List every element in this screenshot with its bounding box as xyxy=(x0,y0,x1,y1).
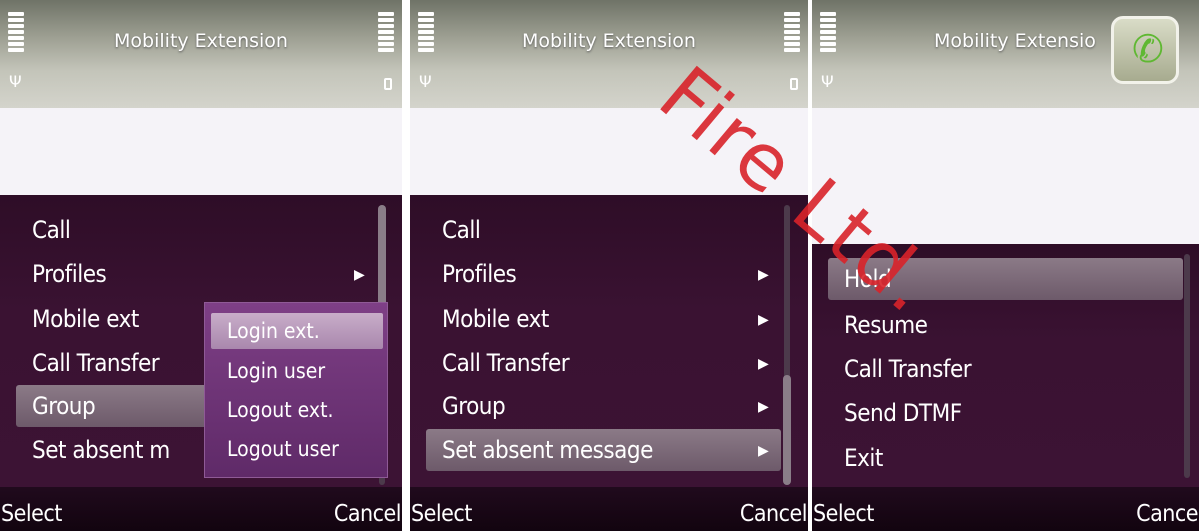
call-handset-icon[interactable]: ✆ xyxy=(1111,16,1179,84)
group-submenu-popup: Login ext. Login user Logout ext. Logout… xyxy=(204,302,388,478)
status-header: Ψ Mobility Extension xyxy=(410,0,808,108)
menu-item-call-transfer[interactable]: Call Transfer xyxy=(16,342,160,384)
menu-item-mobile-ext[interactable]: Mobile ext xyxy=(16,298,139,340)
menu-item-profiles[interactable]: Profiles xyxy=(16,253,107,295)
signal-strength-icon xyxy=(820,12,836,54)
phone-screen-1: Ψ Mobility Extension Call Profiles ▶ Mob… xyxy=(0,0,402,531)
menu-item-group[interactable]: Group xyxy=(16,385,216,427)
submenu-arrow-icon: ▶ xyxy=(758,443,769,459)
scrollbar[interactable] xyxy=(1184,254,1190,478)
menu-item-profiles[interactable]: Profiles xyxy=(426,253,517,295)
scrollbar-thumb[interactable] xyxy=(783,375,791,485)
phone-screen-3: Ψ Mobility Extensio ✆ Hold Resume Call T… xyxy=(812,0,1199,531)
menu-item-call[interactable]: Call xyxy=(426,209,481,251)
status-header: Ψ Mobility Extensio ✆ xyxy=(812,0,1199,108)
menu-item-exit[interactable]: Exit xyxy=(828,437,883,479)
cancel-softkey[interactable]: Cancel xyxy=(334,501,402,527)
status-header: Ψ Mobility Extension xyxy=(0,0,402,108)
cancel-softkey[interactable]: Cancel xyxy=(740,501,808,527)
submenu-item-logout-user[interactable]: Logout user xyxy=(211,431,383,467)
battery-icon xyxy=(790,78,798,90)
menu-item-call[interactable]: Call xyxy=(16,209,71,251)
softkey-bar: Select Cance xyxy=(812,487,1199,531)
battery-level-icon xyxy=(784,12,800,54)
menu-item-hold[interactable]: Hold xyxy=(828,258,1183,300)
content-area xyxy=(0,108,402,195)
softkey-bar: Select Cancel xyxy=(0,487,402,531)
menu-item-set-absent-message[interactable]: Set absent message xyxy=(426,429,781,471)
cancel-softkey[interactable]: Cance xyxy=(1136,501,1198,527)
submenu-item-logout-ext[interactable]: Logout ext. xyxy=(211,392,383,428)
submenu-arrow-icon: ▶ xyxy=(758,267,769,283)
handset-icon: ✆ xyxy=(1132,27,1164,71)
menu-item-group[interactable]: Group xyxy=(426,385,506,427)
submenu-arrow-icon: ▶ xyxy=(758,399,769,415)
battery-icon xyxy=(384,78,392,90)
submenu-arrow-icon: ▶ xyxy=(758,356,769,372)
submenu-item-login-user[interactable]: Login user xyxy=(211,353,383,389)
app-title: Mobility Extension xyxy=(114,30,288,52)
menu-item-send-dtmf[interactable]: Send DTMF xyxy=(828,392,962,434)
phone-screen-2: Ψ Mobility Extension Call Profiles ▶ Mob… xyxy=(410,0,808,531)
options-menu: Call Profiles ▶ Mobile ext ▶ Call Transf… xyxy=(410,195,808,487)
select-softkey[interactable]: Select xyxy=(1,501,62,527)
content-area xyxy=(812,108,1199,244)
submenu-arrow-icon: ▶ xyxy=(354,267,365,283)
submenu-item-login-ext[interactable]: Login ext. xyxy=(211,313,383,349)
select-softkey[interactable]: Select xyxy=(411,501,472,527)
content-area xyxy=(410,108,808,195)
antenna-icon: Ψ xyxy=(9,72,22,91)
battery-level-icon xyxy=(378,12,394,54)
select-softkey[interactable]: Select xyxy=(813,501,874,527)
menu-item-set-absent[interactable]: Set absent m xyxy=(16,429,170,471)
menu-item-resume[interactable]: Resume xyxy=(828,304,928,346)
call-options-menu: Hold Resume Call Transfer Send DTMF Exit xyxy=(812,244,1199,487)
menu-item-mobile-ext[interactable]: Mobile ext xyxy=(426,298,549,340)
antenna-icon: Ψ xyxy=(821,72,834,91)
menu-item-call-transfer[interactable]: Call Transfer xyxy=(426,342,570,384)
antenna-icon: Ψ xyxy=(419,72,432,91)
app-title: Mobility Extension xyxy=(522,30,696,52)
menu-item-call-transfer[interactable]: Call Transfer xyxy=(828,348,972,390)
submenu-arrow-icon: ▶ xyxy=(758,312,769,328)
scrollbar-thumb[interactable] xyxy=(378,205,386,315)
softkey-bar: Select Cancel xyxy=(410,487,808,531)
